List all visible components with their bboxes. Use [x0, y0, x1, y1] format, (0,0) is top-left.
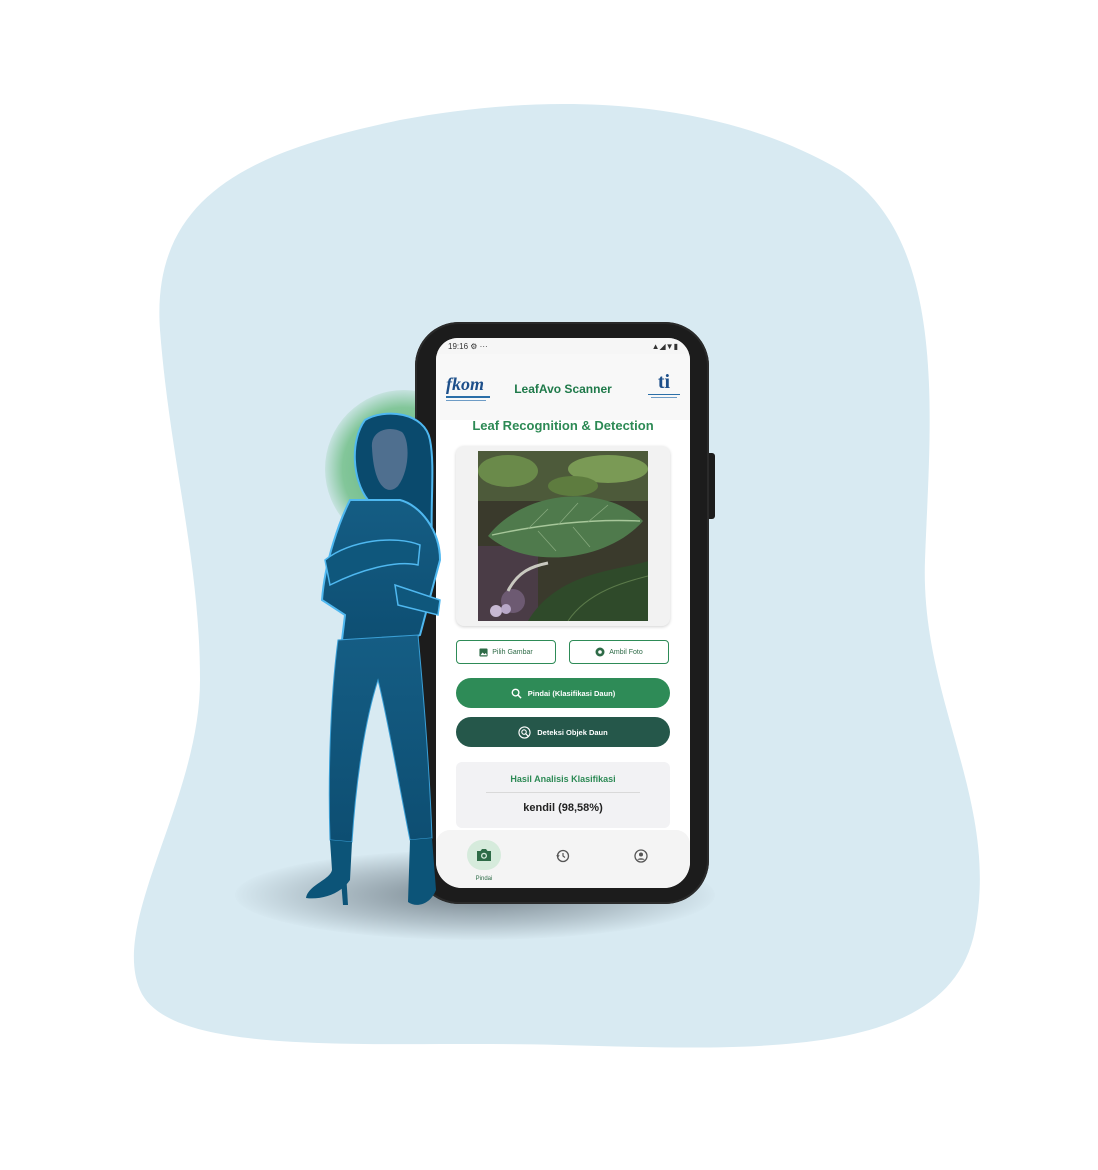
woman-illustration: [306, 412, 442, 905]
